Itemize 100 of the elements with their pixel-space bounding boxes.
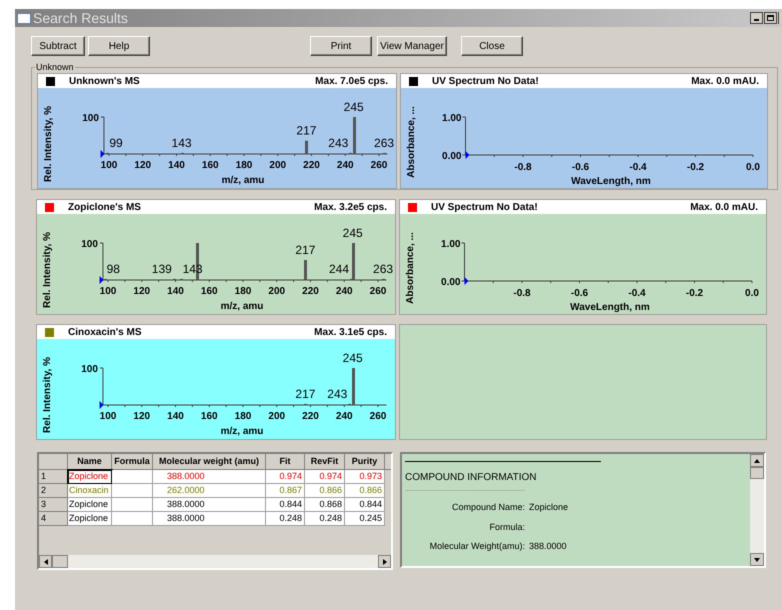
peak-label: 245 <box>342 226 363 240</box>
table-row[interactable]: 3 Zopiclone 388.0000 0.844 0.868 0.844 <box>39 498 391 512</box>
axis-tick-label: -0.6 <box>572 162 590 173</box>
axis-tick-label: 140 <box>168 160 185 171</box>
row-number: 4 <box>39 512 68 526</box>
axis-tick-label: 160 <box>202 160 219 171</box>
axis-tick-label: 240 <box>336 160 354 171</box>
table-cell: Zopiclone <box>68 498 112 512</box>
table-cell: 0.248 <box>266 512 305 526</box>
max-intensity-label: Max. 3.2e5 cps. <box>314 200 387 214</box>
axis-tick-label: 200 <box>268 286 286 297</box>
toolbar-button[interactable]: Subtract <box>31 36 85 56</box>
axis-title: Rel. Intensity, % <box>42 357 53 433</box>
max-intensity-label: Max. 7.0e5 cps. <box>315 74 388 88</box>
axis-tick-label: 140 <box>167 286 184 297</box>
axis-tick-label: 1.00 <box>441 239 460 250</box>
peak-label: 245 <box>342 351 363 365</box>
peak-label: 139 <box>152 262 172 276</box>
scroll-left-button[interactable] <box>39 555 52 568</box>
left-arrow-icon <box>44 558 48 564</box>
table-row[interactable]: 4 Zopiclone 388.0000 0.248 0.248 0.245 <box>39 512 391 526</box>
scroll-thumb[interactable] <box>750 467 764 479</box>
axis-tick-label: 260 <box>370 286 386 297</box>
axis-tick-label: 0.00 <box>442 151 462 162</box>
peak-label: 217 <box>295 386 316 401</box>
axis-title: m/z, amu <box>222 175 264 186</box>
axis-tick-label: -0.6 <box>570 288 588 299</box>
axis-tick-label: 120 <box>134 160 152 171</box>
table-cell: Cinoxacin <box>68 484 112 498</box>
info-heading: COMPOUND INFORMATION <box>405 471 538 485</box>
window-title: Search Results <box>33 8 128 28</box>
peak-label: 244 <box>328 262 349 276</box>
axis-tick-label: 100 <box>82 113 99 124</box>
scroll-thumb[interactable] <box>52 555 68 568</box>
table-cell: Zopiclone <box>68 470 112 484</box>
peak-label: 98 <box>106 262 120 276</box>
table-cell: 0.973 <box>345 470 385 484</box>
y-axis <box>461 242 465 282</box>
table-cell: 388.0000 <box>153 512 266 526</box>
table-cell: 0.974 <box>266 470 305 484</box>
axis-tick-label: 220 <box>302 286 319 297</box>
table-cell <box>112 512 153 526</box>
table-cell: 0.974 <box>305 470 345 484</box>
axis-tick-label: -0.8 <box>514 162 532 173</box>
scroll-up-button[interactable] <box>750 454 764 467</box>
axis-tick-label: -0.4 <box>628 288 646 299</box>
table-row[interactable]: 1 Zopiclone 388.0000 0.974 0.974 0.973 <box>39 470 391 484</box>
axis-tick-label: 220 <box>303 160 320 171</box>
toolbar-button[interactable]: Help <box>88 36 150 56</box>
info-label: Molecular Weight(amu): <box>428 540 525 553</box>
axis-tick-label: 180 <box>234 286 252 297</box>
minimize-button[interactable] <box>750 12 763 24</box>
axis-tick-label: 0.0 <box>745 288 759 299</box>
axis-tick-label: 100 <box>100 286 116 297</box>
axis-title: m/z, amu <box>220 426 264 437</box>
axis-tick-label: 100 <box>81 239 98 250</box>
table-row[interactable]: 2 Cinoxacin 262.0000 0.867 0.866 0.866 <box>39 484 391 498</box>
row-number: 2 <box>39 484 68 498</box>
info-value: Zopiclone <box>529 501 568 514</box>
table-cell: 388.0000 <box>153 498 266 512</box>
axis-tick-label: 1.00 <box>442 113 462 124</box>
toolbar-button[interactable]: Close <box>461 36 523 56</box>
table-cell <box>112 470 153 484</box>
peak-label: 99 <box>109 136 123 150</box>
toolbar-button[interactable]: Print <box>310 36 372 56</box>
table-cell: 0.866 <box>305 484 345 498</box>
info-label: Compound Name: <box>450 501 525 514</box>
y-axis <box>99 242 104 280</box>
peak-label: 243 <box>327 386 348 401</box>
vertical-scrollbar[interactable] <box>750 454 764 566</box>
peak-label: 217 <box>295 243 316 258</box>
axis-tick-label: 100 <box>100 160 118 171</box>
axis-tick-label: 120 <box>133 286 150 297</box>
panel-title: Unknown's MS <box>69 74 140 88</box>
max-intensity-label: Max. 3.1e5 cps. <box>314 326 387 340</box>
table-cell <box>112 498 153 512</box>
horizontal-scrollbar[interactable] <box>39 555 391 568</box>
axis-tick-label: 240 <box>336 286 353 297</box>
max-intensity-label: Max. 0.0 mAU. <box>690 200 758 214</box>
axis-tick-label: 0.0 <box>746 162 760 173</box>
axis-title: WaveLength, nm <box>571 176 651 187</box>
down-arrow-icon <box>754 558 760 562</box>
axis-title: WaveLength, nm <box>570 302 650 313</box>
axis-tick-label: 140 <box>167 411 184 422</box>
group-label: Unknown <box>35 61 75 73</box>
axis-tick-label: 180 <box>236 160 252 171</box>
spectrum-peak <box>304 260 307 280</box>
axis-tick-label: 200 <box>268 411 286 422</box>
table-cell: 388.0000 <box>153 470 266 484</box>
maximize-button[interactable] <box>764 12 777 24</box>
axis-tick-label: 160 <box>200 411 218 422</box>
panel-title: UV Spectrum No Data! <box>432 74 539 88</box>
peak-label: 245 <box>344 100 364 114</box>
scroll-right-button[interactable] <box>378 555 391 568</box>
axis-tick-label: -0.2 <box>686 288 704 299</box>
peak-label: 217 <box>296 124 316 138</box>
toolbar-button[interactable]: View Manager <box>377 36 447 56</box>
scroll-down-button[interactable] <box>750 553 764 566</box>
panel-title: UV Spectrum No Data! <box>431 200 538 214</box>
axis-title: Rel. Intensity, % <box>42 232 53 308</box>
